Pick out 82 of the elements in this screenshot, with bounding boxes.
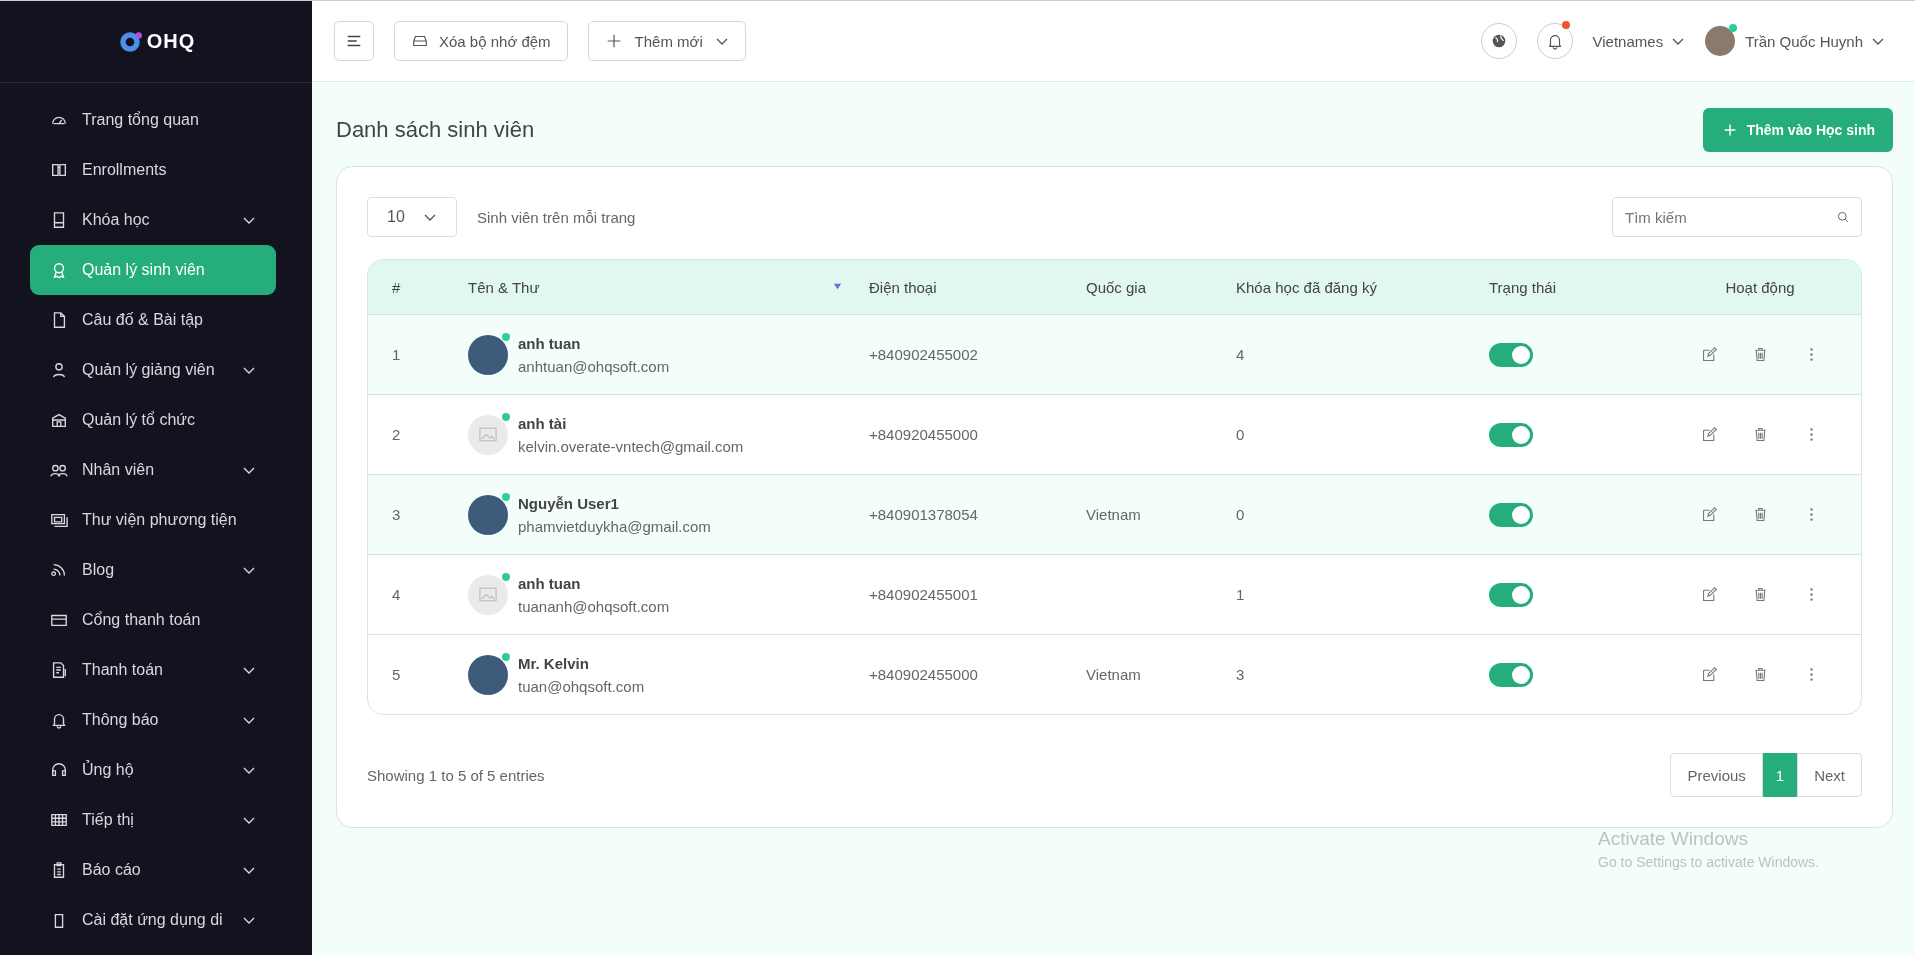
sidebar-item[interactable]: Thư viện phương tiện bbox=[30, 495, 276, 545]
search-icon[interactable] bbox=[1836, 210, 1850, 224]
status-toggle[interactable] bbox=[1489, 502, 1533, 527]
edit-icon[interactable] bbox=[1700, 666, 1718, 683]
table-cell-text: 3 bbox=[1236, 666, 1246, 683]
pagination-button[interactable]: Next bbox=[1797, 753, 1862, 797]
table-cell-text: +840902455002 bbox=[869, 346, 979, 363]
activation-notice-title: Activate Windows bbox=[1598, 828, 1749, 850]
student-email: kelvin.overate-vntech@gmail.com bbox=[518, 437, 744, 455]
student-email: anhtuan@ohqsoft.com bbox=[518, 357, 670, 375]
status-toggle[interactable] bbox=[1489, 582, 1533, 607]
column-header: Trạng thái bbox=[1489, 278, 1557, 296]
table-cell-text: 4 bbox=[391, 586, 402, 603]
sidebar-item[interactable]: Thanh toán bbox=[30, 645, 276, 695]
status-toggle[interactable] bbox=[1489, 662, 1533, 687]
activation-notice-text: Go to Settings to activate Windows. bbox=[1598, 854, 1819, 870]
sidebar-item[interactable]: Nhân viên bbox=[30, 445, 276, 495]
table-cell-text: 0 bbox=[1236, 506, 1246, 523]
language-dropdown[interactable]: Vietnames bbox=[1592, 32, 1686, 50]
table-cell-text: +840920455000 bbox=[869, 426, 979, 443]
table-cell-text: +840902455001 bbox=[869, 586, 979, 603]
image-icon bbox=[479, 587, 497, 602]
sidebar-item[interactable]: Cổng thanh toán bbox=[30, 595, 276, 645]
notification-button[interactable] bbox=[1536, 23, 1573, 59]
student-name: anh tuan bbox=[518, 334, 582, 352]
sidebar-item[interactable]: Cài đặt ứng dụng di bbox=[30, 895, 276, 945]
edit-icon[interactable] bbox=[1700, 506, 1718, 523]
table-cell-text: 2 bbox=[391, 426, 402, 443]
table-cell-text: 1 bbox=[391, 346, 402, 363]
table-cell-text: 5 bbox=[391, 666, 402, 683]
per-page-select[interactable]: 10 bbox=[367, 197, 457, 237]
column-header: Hoạt động bbox=[1724, 278, 1796, 296]
page-title: Danh sách sinh viên bbox=[336, 117, 535, 143]
status-toggle[interactable] bbox=[1489, 422, 1533, 447]
student-name: anh tài bbox=[518, 414, 568, 432]
sidebar-item[interactable]: Thông báo bbox=[30, 695, 276, 745]
globe-icon[interactable] bbox=[1480, 23, 1517, 59]
sidebar-item[interactable]: Enrollments bbox=[30, 145, 276, 195]
edit-icon[interactable] bbox=[1700, 586, 1718, 603]
user-avatar[interactable] bbox=[1705, 26, 1736, 56]
sort-icon[interactable] bbox=[833, 282, 842, 291]
table-cell-text: +840902455000 bbox=[869, 666, 979, 683]
student-name: Nguyễn User1 bbox=[518, 494, 620, 512]
add-new-dropdown[interactable]: Thêm mới bbox=[587, 21, 746, 61]
table-cell-text: 3 bbox=[391, 506, 402, 523]
table-cell: Vietnam bbox=[1086, 506, 1141, 523]
column-header[interactable]: Tên & Thư bbox=[468, 278, 869, 296]
sidebar-item[interactable]: Tiếp thị bbox=[30, 795, 276, 845]
sidebar-item[interactable]: Khóa học bbox=[30, 195, 276, 245]
sidebar-item[interactable]: Ủng hộ bbox=[30, 745, 276, 795]
per-page-label: Sinh viên trên mỗi trang bbox=[477, 208, 636, 226]
pagination-button[interactable]: Previous bbox=[1670, 753, 1763, 797]
brand-logo: OHQ bbox=[116, 28, 196, 55]
student-email: phamvietduykha@gmail.com bbox=[518, 517, 711, 535]
status-toggle[interactable] bbox=[1489, 342, 1533, 367]
student-email: tuananh@ohqsoft.com bbox=[518, 597, 670, 615]
table-cell-text: 0 bbox=[1236, 426, 1246, 443]
image-icon bbox=[479, 427, 497, 442]
student-name: Mr. Kelvin bbox=[518, 654, 590, 672]
table-cell-text: 1 bbox=[1236, 586, 1246, 603]
edit-icon[interactable] bbox=[1700, 426, 1718, 443]
sidebar-item[interactable]: Quản lý giảng viên bbox=[30, 345, 276, 395]
sidebar-item[interactable]: Câu đố & Bài tập bbox=[30, 295, 276, 345]
clear-cache-button[interactable]: Xóa bộ nhớ đệm bbox=[394, 21, 568, 61]
sidebar-item[interactable]: Quản lý tổ chức bbox=[30, 395, 276, 445]
column-header: Quốc gia bbox=[1086, 278, 1148, 296]
sidebar-item[interactable]: Báo cáo bbox=[30, 845, 276, 895]
entries-summary: Showing 1 to 5 of 5 entries bbox=[367, 766, 545, 784]
table-cell-text: 4 bbox=[1236, 346, 1246, 363]
column-header: Khóa học đã đăng ký bbox=[1236, 278, 1378, 296]
student-email: tuan@ohqsoft.com bbox=[518, 677, 645, 695]
edit-icon[interactable] bbox=[1700, 346, 1718, 363]
table-cell-text: +840901378054 bbox=[869, 506, 979, 523]
student-name: anh tuan bbox=[518, 574, 582, 592]
search-field[interactable]: Tìm kiếm bbox=[1612, 197, 1862, 237]
sidebar-item[interactable]: Blog bbox=[30, 545, 276, 595]
menu-button[interactable] bbox=[334, 21, 374, 61]
column-header: Điện thoại bbox=[869, 278, 938, 296]
sidebar-item[interactable]: Trang tổng quan bbox=[30, 95, 276, 145]
column-header: # bbox=[391, 278, 402, 296]
user-menu[interactable]: Trần Quốc Huynh bbox=[1745, 32, 1885, 50]
table-cell: Vietnam bbox=[1086, 666, 1141, 683]
